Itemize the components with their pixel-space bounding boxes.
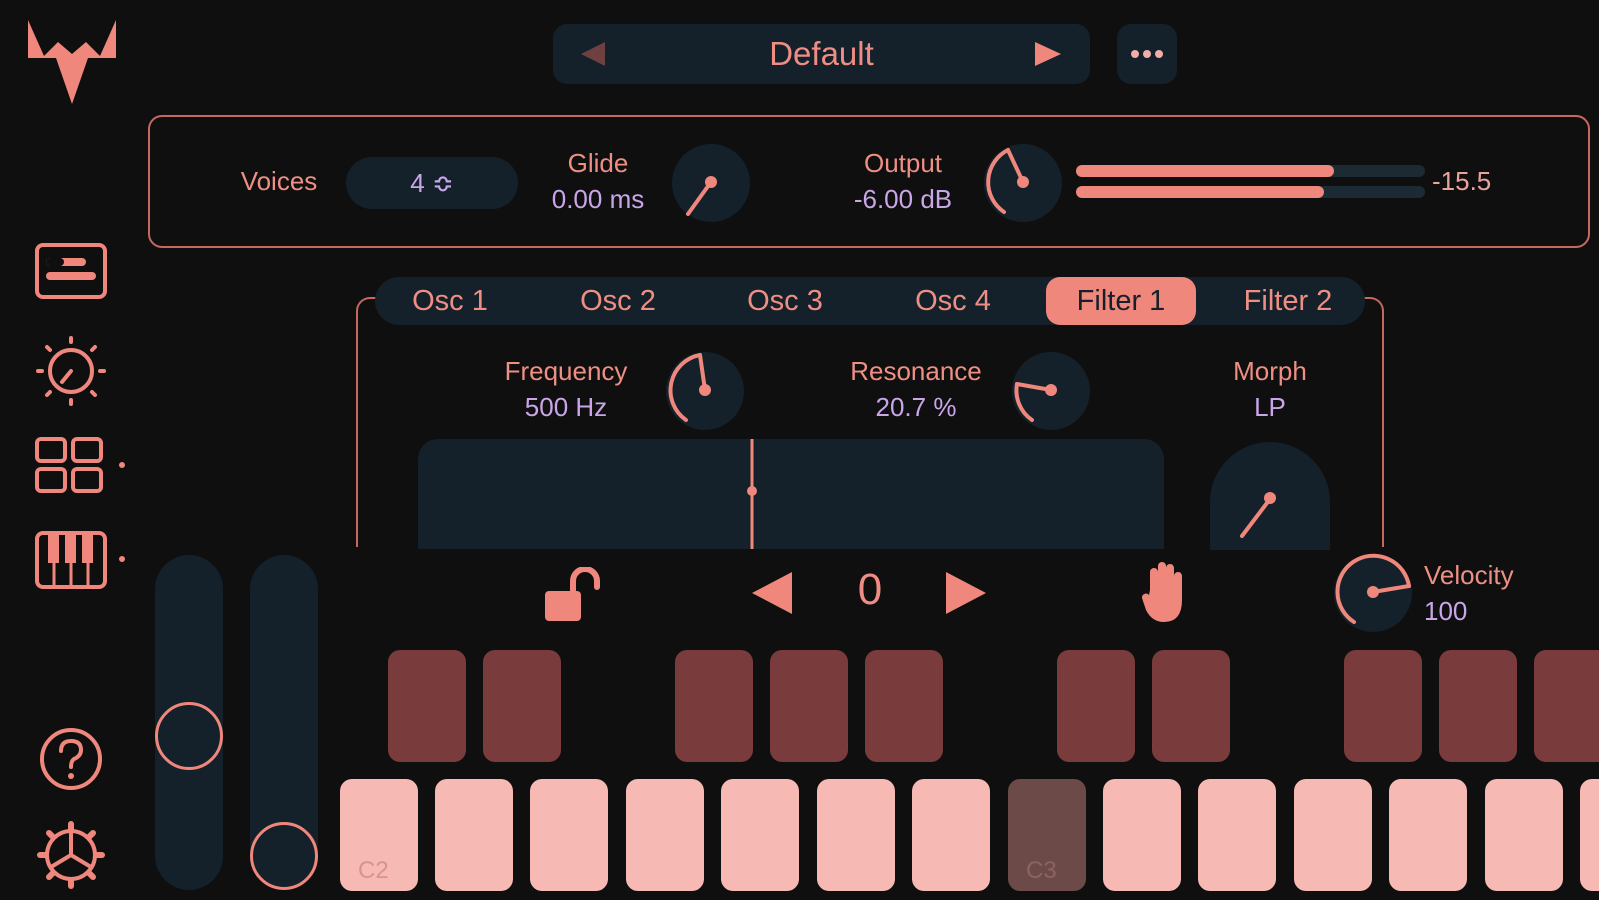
glide-label: Glide [567,148,629,178]
gear-icon[interactable] [36,820,106,890]
help-icon[interactable] [38,726,104,792]
grid-icon[interactable] [34,436,130,496]
frequency-knob[interactable] [664,350,746,432]
white-key[interactable] [1103,779,1181,891]
logo-icon[interactable] [26,18,118,106]
preset-name[interactable]: Default [553,24,1090,84]
frequency-value: 500 Hz [524,392,608,422]
black-key[interactable] [770,650,848,762]
black-key[interactable] [1057,650,1135,762]
white-key[interactable] [1198,779,1276,891]
black-key[interactable] [483,650,561,762]
tab-osc-1[interactable]: Osc 1 [390,277,510,325]
white-key[interactable] [1580,779,1599,891]
glide-value: 0.00 ms [551,184,645,214]
morph-label: Morph [1233,356,1307,386]
meter-left-fill [1076,165,1335,177]
meter-right [1076,186,1425,198]
octave-down-button[interactable] [750,570,794,616]
pitch-bend-slider[interactable] [155,555,223,890]
velocity-value: 100 [1424,596,1468,626]
key-label-c2: C2 [358,857,389,884]
voices-label: Voices [240,166,318,196]
white-key[interactable] [626,779,704,891]
velocity-knob[interactable] [1332,552,1414,634]
black-key[interactable] [388,650,466,762]
black-key[interactable] [1344,650,1422,762]
white-key[interactable] [817,779,895,891]
white-key[interactable] [1389,779,1467,891]
white-key[interactable] [1485,779,1563,891]
voices-stepper[interactable]: 4 ≎ [346,157,518,209]
preset-selector: Default [553,24,1090,84]
white-key[interactable] [435,779,513,891]
mod-wheel-slider[interactable] [250,555,318,890]
black-key[interactable] [1439,650,1517,762]
more-button[interactable] [1117,24,1177,84]
output-value: -6.00 dB [853,184,953,214]
white-key[interactable] [1294,779,1372,891]
cutoff-marker[interactable] [745,439,759,549]
white-key[interactable] [530,779,608,891]
hold-hand-icon[interactable] [1140,560,1190,624]
black-key[interactable] [675,650,753,762]
piano-icon[interactable] [34,530,130,590]
knob-settings-icon[interactable] [34,334,108,408]
tab-filter-1[interactable]: Filter 1 [1046,277,1196,325]
sidebar [0,0,140,900]
output-knob[interactable] [982,142,1064,224]
glide-knob[interactable] [670,142,752,224]
tab-osc-2[interactable]: Osc 2 [558,277,678,325]
unlock-icon[interactable] [543,567,603,623]
ellipsis-icon [1131,50,1163,58]
resonance-label: Resonance [850,356,982,386]
black-key[interactable] [1152,650,1230,762]
black-key[interactable] [1534,650,1599,762]
white-key-c3[interactable]: C3 [1008,779,1086,891]
key-label-c3: C3 [1026,857,1057,884]
pitch-bend-thumb[interactable] [155,701,223,770]
edit-panel-icon[interactable] [34,242,108,300]
meter-left [1076,165,1425,177]
tab-osc-4[interactable]: Osc 4 [893,277,1013,325]
morph-value: LP [1254,392,1286,422]
tab-osc-3[interactable]: Osc 3 [725,277,845,325]
meter-readout: -15.5 [1432,166,1492,196]
frequency-label: Frequency [504,356,628,386]
white-key-c2[interactable]: C2 [340,779,418,891]
white-key[interactable] [721,779,799,891]
resonance-knob[interactable] [1010,350,1092,432]
octave-up-button[interactable] [944,570,988,616]
module-tabs [375,277,1365,325]
morph-knob[interactable] [1208,440,1332,550]
mod-wheel-thumb[interactable] [250,822,318,890]
octave-value: 0 [857,565,883,614]
voices-value: 4 ≎ [410,168,454,198]
next-preset-button[interactable] [1031,40,1065,68]
resonance-value: 20.7 % [875,392,957,422]
output-label: Output [863,148,943,178]
filter-response-graph[interactable] [418,439,1164,549]
black-key[interactable] [865,650,943,762]
velocity-label: Velocity [1424,560,1514,590]
tab-filter-2[interactable]: Filter 2 [1218,277,1358,325]
white-key[interactable] [912,779,990,891]
meter-right-fill [1076,186,1324,198]
